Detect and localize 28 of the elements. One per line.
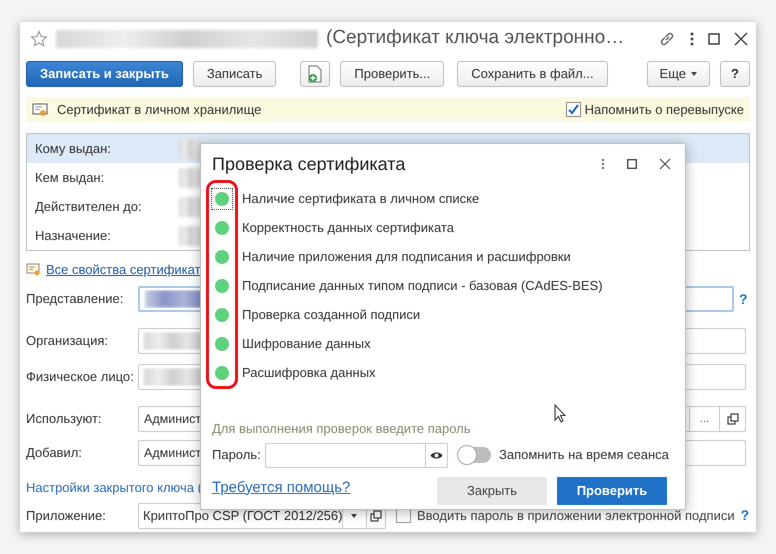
row-label: Кому выдан:: [34, 140, 112, 158]
row-label: Действителен до:: [34, 198, 143, 216]
hint-text: Для выполнения проверок введите пароль: [212, 420, 471, 438]
check-label: Подписание данных типом подписи - базовая (CAdES-BES): [242, 276, 603, 295]
check-label: Шифрование данных: [242, 334, 371, 353]
field-label: Пароль:: [212, 446, 262, 464]
field-label: Физическое лицо:: [26, 368, 135, 386]
checkbox-label: Вводить пароль в приложении электронной подписи: [417, 506, 735, 525]
field-label: Организация:: [26, 332, 110, 350]
field-label: Добавил:: [26, 444, 83, 462]
check-label: Проверка созданной подписи: [242, 306, 420, 324]
toggle-label: Запомнить на время сеанса: [499, 446, 669, 464]
field-label: Приложение:: [26, 506, 107, 525]
dropdown-value: КриптоПро CSP (ГОСТ 2012/256): [142, 506, 342, 525]
check-label: Наличие приложения для подписания и расшифровки: [242, 248, 571, 266]
row-label: Кем выдан:: [34, 168, 106, 187]
info-text: Сертификат в личном хранилище: [57, 100, 262, 119]
check-label: Расшифровка данных: [242, 364, 376, 382]
check-label: Корректность данных сертификата: [242, 218, 454, 237]
window-title: (Сертификат ключа электронно…: [326, 26, 626, 50]
field-label: Используют:: [26, 410, 103, 428]
check-label: Наличие сертификата в личном списке: [242, 190, 480, 208]
dialog-title: Проверка сертификата: [212, 152, 406, 176]
field-label: Представление:: [26, 290, 124, 308]
field-value: Админист: [144, 410, 202, 428]
field-value: Админист: [144, 444, 202, 462]
row-label: Назначение:: [34, 226, 112, 245]
remind-label: Напомнить о перевыпуске: [584, 100, 744, 119]
